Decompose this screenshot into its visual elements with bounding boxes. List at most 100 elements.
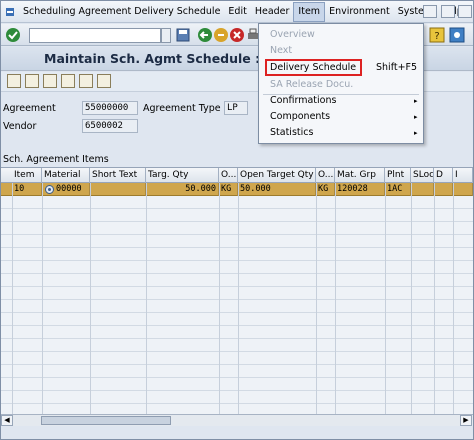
menu-option-components[interactable]: Components ▸ — [260, 109, 422, 125]
column-divider — [219, 183, 220, 414]
table-row[interactable]: 10 00000 50.000 KG 50.000 KG 120028 1AC — [1, 183, 473, 196]
menu-option-label: Confirmations — [270, 95, 337, 106]
vendor-field[interactable]: 6500002 — [82, 119, 138, 133]
menu-option-sa-release-docu[interactable]: SA Release Docu. — [260, 77, 422, 93]
column-divider — [146, 183, 147, 414]
menu-option-label: Overview — [270, 29, 315, 40]
col-mat-grp[interactable]: Mat. Grp — [335, 168, 385, 183]
empty-table-row[interactable] — [1, 274, 473, 287]
vendor-label: Vendor — [3, 121, 37, 132]
menu-bar: Scheduling Agreement Delivery Schedule E… — [1, 1, 473, 23]
command-field[interactable] — [29, 28, 161, 43]
highlight-annotation — [265, 59, 362, 76]
help-icon[interactable]: ? — [429, 27, 445, 43]
col-open-target-qty[interactable]: Open Target Qty — [238, 168, 316, 183]
empty-table-row[interactable] — [1, 378, 473, 391]
empty-table-row[interactable] — [1, 365, 473, 378]
conditions-icon[interactable] — [43, 74, 57, 88]
col-material[interactable]: Material — [42, 168, 90, 183]
col-plant[interactable]: Plnt — [385, 168, 411, 183]
item-menu-dropdown: Overview Next Delivery Schedule Shift+F5 … — [258, 23, 424, 144]
cell-short-text[interactable] — [90, 183, 146, 196]
sap-menu-icon[interactable] — [5, 7, 15, 17]
header-details-icon[interactable] — [7, 74, 21, 88]
empty-table-row[interactable] — [1, 222, 473, 235]
column-divider — [238, 183, 239, 414]
col-order-unit[interactable]: O... — [219, 168, 238, 183]
maximize-icon[interactable] — [458, 5, 472, 18]
cell-targ-qty[interactable]: 50.000 — [146, 183, 219, 196]
cell-plant[interactable]: 1AC — [385, 183, 411, 196]
menu-option-label: Components — [270, 111, 331, 122]
agreement-label: Agreement — [3, 103, 56, 114]
empty-table-row[interactable] — [1, 196, 473, 209]
empty-table-row[interactable] — [1, 352, 473, 365]
svg-text:?: ? — [434, 31, 439, 42]
command-history-dropdown[interactable] — [161, 28, 171, 43]
menu-option-next[interactable]: Next — [260, 43, 422, 59]
cell-mat-grp[interactable]: 120028 — [335, 183, 385, 196]
empty-table-row[interactable] — [1, 261, 473, 274]
column-divider — [316, 183, 317, 414]
delivery-schedule-icon[interactable] — [79, 74, 93, 88]
items-table: Item Material Short Text Targ. Qty O... … — [1, 167, 473, 414]
column-divider — [42, 183, 43, 414]
empty-table-row[interactable] — [1, 326, 473, 339]
menu-option-statistics[interactable]: Statistics ▸ — [260, 125, 422, 141]
scroll-right-icon[interactable]: ▶ — [460, 415, 472, 426]
col-d[interactable]: D — [434, 168, 453, 183]
col-item[interactable]: Item — [12, 168, 42, 183]
table-caption: Sch. Agreement Items — [3, 154, 109, 165]
menu-option-label: SA Release Docu. — [270, 79, 354, 90]
horizontal-scrollbar[interactable]: ◀ ▶ — [1, 414, 473, 426]
submenu-arrow-icon: ▸ — [414, 129, 418, 137]
scroll-left-icon[interactable]: ◀ — [1, 415, 13, 426]
menu-option-confirmations[interactable]: Confirmations ▸ — [260, 93, 422, 109]
menu-environment[interactable]: Environment — [325, 2, 394, 22]
menu-item[interactable]: Item — [293, 1, 326, 22]
table-header: Item Material Short Text Targ. Qty O... … — [1, 168, 473, 183]
col-i[interactable]: I — [453, 168, 473, 183]
back-icon[interactable] — [197, 27, 213, 43]
scroll-thumb[interactable] — [41, 416, 171, 425]
empty-table-row[interactable] — [1, 209, 473, 222]
empty-table-row[interactable] — [1, 235, 473, 248]
empty-table-row[interactable] — [1, 248, 473, 261]
enter-check-icon[interactable] — [5, 27, 21, 43]
menu-scheduling-agreement[interactable]: Scheduling Agreement Delivery Schedule — [19, 2, 224, 22]
cell-open-target-qty[interactable]: 50.000 — [238, 183, 316, 196]
layout-menu-icon[interactable] — [449, 27, 465, 43]
minimize-icon[interactable] — [441, 5, 455, 18]
empty-table-row[interactable] — [1, 287, 473, 300]
save-icon[interactable] — [175, 27, 191, 43]
menu-option-overview[interactable]: Overview — [260, 27, 422, 43]
item-details-icon[interactable] — [25, 74, 39, 88]
exit-icon[interactable] — [213, 27, 229, 43]
empty-table-row[interactable] — [1, 391, 473, 404]
material-search-help-icon[interactable] — [45, 185, 54, 194]
cell-d[interactable] — [434, 183, 453, 196]
page-title: Maintain Sch. Agmt Schedule : Ite — [44, 51, 284, 66]
cancel-icon[interactable] — [229, 27, 245, 43]
print-preview-icon[interactable] — [97, 74, 111, 88]
agreement-field[interactable]: 55000000 — [82, 101, 138, 115]
empty-table-row[interactable] — [1, 339, 473, 352]
col-sloc[interactable]: SLoc — [411, 168, 434, 183]
cell-order-unit-2[interactable]: KG — [316, 183, 335, 196]
empty-table-row[interactable] — [1, 300, 473, 313]
col-order-unit-2[interactable]: O... — [316, 168, 335, 183]
menu-option-label: Statistics — [270, 127, 314, 138]
agreement-type-field[interactable]: LP — [224, 101, 248, 115]
menu-edit[interactable]: Edit — [224, 2, 250, 22]
cell-order-unit[interactable]: KG — [219, 183, 238, 196]
cell-sloc[interactable] — [411, 183, 434, 196]
cell-item[interactable]: 10 — [12, 183, 42, 196]
col-targ-qty[interactable]: Targ. Qty — [146, 168, 219, 183]
col-short-text[interactable]: Short Text — [90, 168, 146, 183]
window-menu-icon[interactable] — [423, 5, 437, 18]
texts-icon[interactable] — [61, 74, 75, 88]
submenu-arrow-icon: ▸ — [414, 97, 418, 105]
empty-table-row[interactable] — [1, 313, 473, 326]
cell-i[interactable] — [453, 183, 473, 196]
menu-header[interactable]: Header — [251, 2, 294, 22]
